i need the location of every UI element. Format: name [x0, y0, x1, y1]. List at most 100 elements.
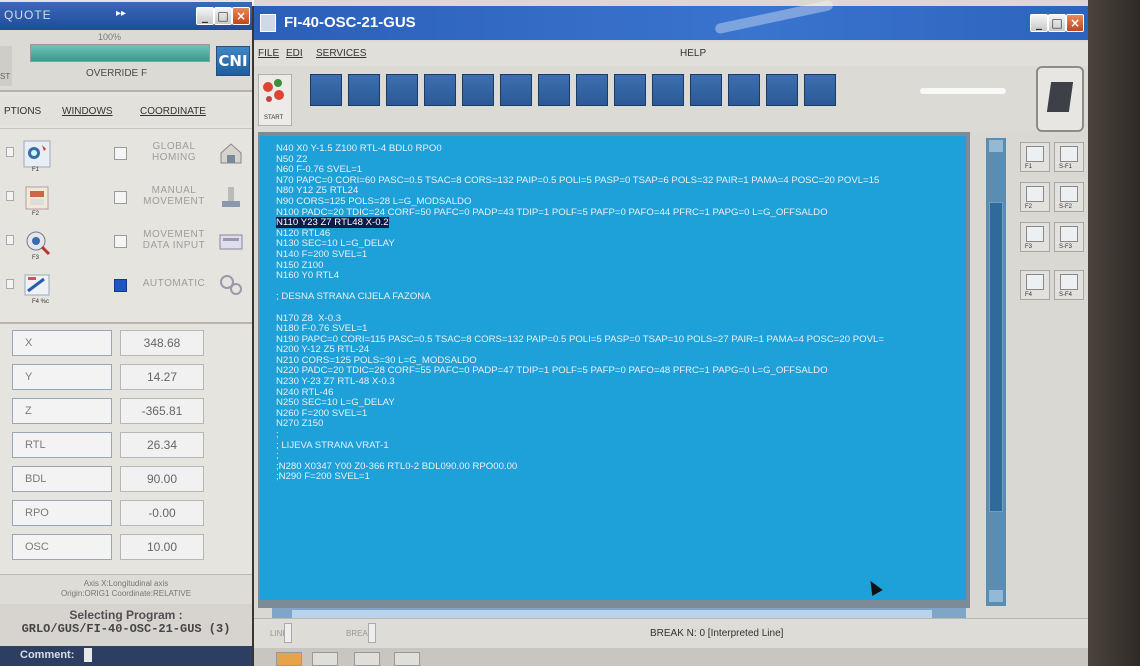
- axis-info-line2: Origin:ORIG1 Coordinate:RELATIVE: [60, 589, 192, 598]
- sf2-button[interactable]: S-F2: [1054, 182, 1084, 212]
- menu-coordinate[interactable]: COORDINATE: [140, 106, 206, 117]
- toolbar-button[interactable]: [462, 74, 494, 106]
- vertical-scrollbar[interactable]: [986, 138, 1006, 606]
- close-button[interactable]: ×: [232, 7, 250, 25]
- program-line[interactable]: N250 SEC=10 L=G_DELAY: [276, 397, 966, 409]
- program-editor-window: FI-40-OSC-21-GUS _ □ × FILE EDI SERVICES…: [254, 0, 1088, 666]
- editor-toolbar: START: [254, 66, 1088, 132]
- close-button[interactable]: ×: [1066, 14, 1084, 32]
- axis-value: 348.68: [120, 330, 204, 356]
- manual-checkbox[interactable]: [114, 191, 127, 204]
- fkey-label: F1: [32, 167, 40, 173]
- program-line[interactable]: ; LIJEVA STRANA VRAT-1: [276, 440, 966, 452]
- cni-logo: CNI: [216, 46, 250, 76]
- toolbar-button[interactable]: [386, 74, 418, 106]
- bottom-button[interactable]: [394, 652, 420, 666]
- program-line[interactable]: N270 Z150: [276, 419, 966, 430]
- bottom-button[interactable]: [354, 652, 380, 666]
- f1-button[interactable]: F1: [1020, 142, 1050, 172]
- program-line[interactable]: ; DESNA STRANA CIJELA FAZONA: [276, 292, 966, 303]
- program-text-area[interactable]: N40 X0 Y-1.5 Z100 RTL-4 BDL0 RPO0 N50 Z2 N…: [260, 136, 966, 600]
- axis-name[interactable]: Y: [12, 364, 112, 390]
- menu-windows[interactable]: WINDOWS: [62, 106, 113, 117]
- toolbar-button[interactable]: [728, 74, 760, 106]
- automatic-icon[interactable]: [22, 271, 52, 301]
- menu-help[interactable]: HELP: [680, 48, 706, 59]
- line-field[interactable]: [284, 623, 292, 643]
- manual-pendant-icon[interactable]: [22, 183, 52, 213]
- toolbar-button[interactable]: [766, 74, 798, 106]
- f2-icon: [1026, 186, 1044, 202]
- axis-name[interactable]: RTL: [12, 432, 112, 458]
- quote-title-bar[interactable]: QUOTE ▸▸ _ □ ×: [0, 2, 252, 30]
- menu-options[interactable]: PTIONS: [4, 106, 41, 117]
- toolbar-button[interactable]: [348, 74, 380, 106]
- toolbar-button[interactable]: [652, 74, 684, 106]
- menu-services[interactable]: SERVICES: [316, 48, 366, 59]
- program-line[interactable]: ;N290 F=200 SVEL=1: [276, 472, 966, 483]
- axis-name[interactable]: OSC: [12, 534, 112, 560]
- coord-row: Y 14.27: [12, 364, 242, 390]
- minimize-button[interactable]: _: [1030, 14, 1048, 32]
- program-line[interactable]: [276, 303, 966, 314]
- program-line[interactable]: N130 SEC=10 L=G_DELAY: [276, 239, 966, 250]
- toolbar-button[interactable]: [310, 74, 342, 106]
- program-line[interactable]: N40 X0 Y-1.5 Z100 RTL-4 BDL0 RPO0: [276, 143, 966, 155]
- maximize-button[interactable]: □: [1048, 14, 1066, 32]
- axis-name[interactable]: X: [12, 330, 112, 356]
- mdi-icon[interactable]: [22, 227, 52, 257]
- f3-button[interactable]: F3: [1020, 222, 1050, 252]
- comment-field[interactable]: [84, 648, 92, 662]
- program-line[interactable]: N190 PAPC=0 CORI=115 PASC=0.5 TSAC=8 COR…: [276, 334, 966, 346]
- f2-label: F2: [1025, 204, 1033, 210]
- sf1-button[interactable]: S-F1: [1054, 142, 1084, 172]
- axis-name[interactable]: RPO: [12, 500, 112, 526]
- minimize-button[interactable]: _: [196, 7, 214, 25]
- toolbar-button[interactable]: [424, 74, 456, 106]
- program-line[interactable]: N140 F=200 SVEL=1: [276, 249, 966, 261]
- quote-menu-bar: PTIONS WINDOWS COORDINATE: [0, 96, 252, 126]
- scroll-thumb[interactable]: [989, 202, 1003, 512]
- start-button[interactable]: START: [258, 74, 292, 126]
- f2-button[interactable]: F2: [1020, 182, 1050, 212]
- automatic-checkbox[interactable]: [114, 279, 127, 292]
- axis-name[interactable]: Z: [12, 398, 112, 424]
- scroll-up-arrow[interactable]: [989, 140, 1003, 152]
- menu-file[interactable]: FILE: [258, 48, 279, 59]
- sf4-button[interactable]: S-F4: [1054, 270, 1084, 300]
- f4-button[interactable]: F4: [1020, 270, 1050, 300]
- homing-icon[interactable]: [22, 139, 52, 169]
- warning-button[interactable]: [276, 652, 302, 666]
- menu-edit[interactable]: EDI: [286, 48, 303, 59]
- program-line[interactable]: N260 F=200 SVEL=1: [276, 408, 966, 420]
- toolbar-button[interactable]: [804, 74, 836, 106]
- axis-name[interactable]: BDL: [12, 466, 112, 492]
- override-fill: [31, 45, 209, 61]
- break-field[interactable]: [368, 623, 376, 643]
- program-line[interactable]: N170 Z8 X-0.3: [276, 313, 966, 325]
- maximize-button[interactable]: □: [214, 7, 232, 25]
- toolbar-button[interactable]: [576, 74, 608, 106]
- data-input-icon: [219, 234, 243, 250]
- toolbar-button[interactable]: [690, 74, 722, 106]
- mdi-checkbox[interactable]: [114, 235, 127, 248]
- program-line[interactable]: N150 Z100: [276, 260, 966, 272]
- homing-checkbox[interactable]: [114, 147, 127, 160]
- program-line[interactable]: N230 Y-23 Z7 RTL-48 X-0.3: [276, 376, 966, 388]
- editor-title-bar[interactable]: FI-40-OSC-21-GUS _ □ ×: [254, 0, 1088, 40]
- print-button[interactable]: [1036, 66, 1084, 132]
- toolbar-button[interactable]: [538, 74, 570, 106]
- toolbar-button[interactable]: [500, 74, 532, 106]
- f4-icon: [1026, 274, 1044, 290]
- toolbar-button[interactable]: [614, 74, 646, 106]
- mode-label-homing: GLOBAL HOMING: [151, 141, 197, 163]
- program-line[interactable]: N70 PAPC=0 CORI=60 PASC=0.5 TSAC=8 CORS=…: [276, 175, 966, 187]
- program-line[interactable]: N160 Y0 RTL4: [276, 270, 966, 282]
- program-line-selected[interactable]: N110 Y23 Z7 RTL48 X-0.2: [276, 217, 966, 229]
- program-line[interactable]: N50 Z2: [276, 154, 966, 166]
- bottom-button[interactable]: [312, 652, 338, 666]
- program-line[interactable]: ;N280 X0347 Y00 Z0-366 RTL0-2 BDL090.00 …: [276, 461, 966, 473]
- coord-row: RTL 26.34: [12, 432, 242, 458]
- sf3-button[interactable]: S-F3: [1054, 222, 1084, 252]
- scroll-down-arrow[interactable]: [989, 590, 1003, 602]
